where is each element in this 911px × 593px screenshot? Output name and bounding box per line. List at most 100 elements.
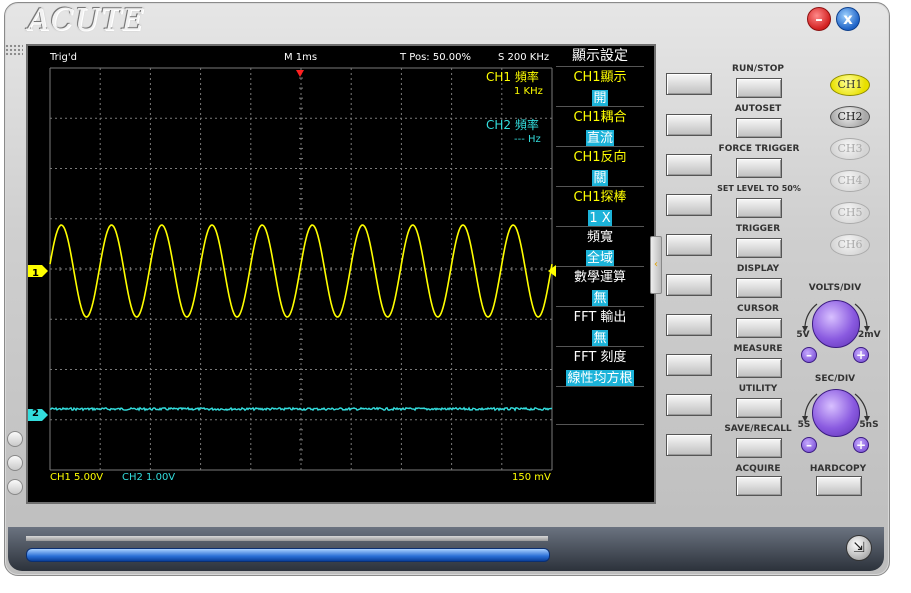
menu-item-value: 直流: [585, 130, 614, 147]
menu-item-fft-scale[interactable]: FFT 刻度 線性均方根: [556, 346, 644, 387]
progress-bar: [26, 548, 550, 562]
menu-item-label: 頻寬: [586, 230, 613, 245]
sec-div-plus-button[interactable]: +: [853, 437, 869, 453]
trigger-label: TRIGGER: [735, 224, 781, 234]
bottom-rail: [26, 536, 548, 541]
run-stop-label: RUN/STOP: [732, 64, 784, 74]
set-level-button[interactable]: [736, 198, 782, 218]
menu-item-label: CH1耦合: [573, 110, 627, 125]
softkey-3[interactable]: [666, 154, 712, 176]
sec-div-max-label: 5nS: [859, 420, 879, 430]
side-button-2[interactable]: [7, 455, 23, 471]
menu-item-fft-output[interactable]: FFT 輸出 無: [556, 306, 644, 347]
close-button[interactable]: x: [836, 7, 860, 31]
channel-3-button[interactable]: CH3: [830, 138, 870, 160]
menu-item-empty: [556, 424, 644, 464]
menu-item-math[interactable]: 數學運算 無: [556, 266, 644, 307]
display-button[interactable]: [736, 278, 782, 298]
menu-item-label: CH1反向: [573, 150, 627, 165]
menu-item-empty: [556, 386, 644, 424]
trigger-status: Trig'd: [50, 52, 77, 63]
menu-title: 顯示設定: [572, 48, 628, 64]
trigger-position-icon: [296, 70, 304, 77]
softkey-1[interactable]: [666, 73, 712, 95]
measure-button[interactable]: [736, 358, 782, 378]
side-button-1[interactable]: [7, 431, 23, 447]
hardcopy-label: HARDCOPY: [809, 464, 867, 474]
channel-4-button[interactable]: CH4: [830, 170, 870, 192]
force-trigger-button[interactable]: [736, 158, 782, 178]
softkey-4[interactable]: [666, 194, 712, 216]
resize-icon[interactable]: ⇲: [846, 535, 872, 561]
autoset-button[interactable]: [736, 118, 782, 138]
ch2-frequency-value: --- Hz: [514, 134, 541, 145]
sec-div-minus-button[interactable]: –: [801, 437, 817, 453]
menu-item-bandwidth[interactable]: 頻寬 全域: [556, 226, 644, 267]
menu-item-value: 全域: [585, 250, 614, 267]
grip-icon[interactable]: [5, 44, 23, 56]
softkey-6[interactable]: [666, 274, 712, 296]
channel-2-button[interactable]: CH2: [830, 106, 870, 128]
ch1-frequency-label: CH1 頻率: [486, 70, 539, 84]
softkey-7[interactable]: [666, 314, 712, 336]
ch2-marker-label: 2: [32, 408, 39, 419]
menu-item-ch1-invert[interactable]: CH1反向 關: [556, 146, 644, 187]
force-trigger-label: FORCE TRIGGER: [718, 144, 800, 154]
acquire-label: ACQUIRE: [735, 464, 781, 474]
menu-panel: 顯示設定 CH1顯示 開 CH1耦合 直流 CH1反向 關 CH1探棒 1 X …: [556, 46, 644, 464]
menu-item-label: 數學運算: [573, 270, 626, 285]
menu-item-value: 開: [592, 90, 608, 107]
volts-div-minus-button[interactable]: –: [801, 347, 817, 363]
volts-div-max-label: 2mV: [858, 330, 881, 340]
softkey-5[interactable]: [666, 234, 712, 256]
menu-item-ch1-display[interactable]: CH1顯示 開: [556, 66, 644, 107]
hardcopy-button[interactable]: [816, 476, 862, 496]
menu-item-label: FFT 輸出: [573, 310, 627, 325]
ch1-marker-label: 1: [32, 268, 39, 279]
ch1-scale: CH1 5.00V: [50, 472, 104, 483]
display-label: DISPLAY: [736, 264, 780, 274]
volts-div-min-label: 5V: [796, 330, 810, 340]
volts-div-knob[interactable]: [812, 300, 860, 348]
ch1-frequency-value: 1 KHz: [514, 86, 543, 97]
trigger-position: T Pos: 50.00%: [400, 52, 471, 63]
ch2-frequency-label: CH2 頻率: [486, 118, 539, 132]
channel-6-button[interactable]: CH6: [830, 234, 870, 256]
trigger-level: 150 mV: [512, 472, 551, 483]
menu-item-ch1-coupling[interactable]: CH1耦合 直流: [556, 106, 644, 147]
menu-item-label: CH1顯示: [573, 70, 627, 85]
channel-1-button[interactable]: CH1: [830, 74, 870, 96]
run-stop-button[interactable]: [736, 78, 782, 98]
autoset-label: AUTOSET: [734, 104, 782, 114]
menu-item-value: 關: [592, 170, 608, 187]
save-recall-label: SAVE/RECALL: [724, 424, 792, 434]
menu-item-value: 1 X: [588, 210, 612, 227]
menu-item-ch1-probe[interactable]: CH1探棒 1 X: [556, 186, 644, 227]
panel-collapse-handle[interactable]: ‹: [650, 236, 662, 294]
volts-div-plus-button[interactable]: +: [853, 347, 869, 363]
menu-item-value: 無: [592, 290, 608, 307]
sec-div-knob[interactable]: [812, 389, 860, 437]
side-button-3[interactable]: [7, 479, 23, 495]
softkey-2[interactable]: [666, 114, 712, 136]
sec-div-title: SEC/DIV: [814, 374, 856, 384]
softkey-8[interactable]: [666, 354, 712, 376]
sample-rate: S 200 KHz: [498, 52, 550, 63]
set-level-label: SET LEVEL TO 50%: [717, 184, 801, 193]
softkey-10[interactable]: [666, 434, 712, 456]
menu-item-label: CH1探棒: [573, 190, 627, 205]
menu-item-value: 無: [592, 330, 608, 347]
utility-label: UTILITY: [738, 384, 778, 394]
trigger-button[interactable]: [736, 238, 782, 258]
acquire-button[interactable]: [736, 476, 782, 496]
sec-div-min-label: 5S: [797, 420, 811, 430]
channel-5-button[interactable]: CH5: [830, 202, 870, 224]
softkey-9[interactable]: [666, 394, 712, 416]
minimize-button[interactable]: –: [807, 7, 831, 31]
cursor-label: CURSOR: [737, 304, 779, 314]
save-recall-button[interactable]: [736, 438, 782, 458]
menu-item-value: 線性均方根: [566, 370, 634, 387]
volts-div-title: VOLTS/DIV: [808, 283, 862, 293]
cursor-button[interactable]: [736, 318, 782, 338]
utility-button[interactable]: [736, 398, 782, 418]
